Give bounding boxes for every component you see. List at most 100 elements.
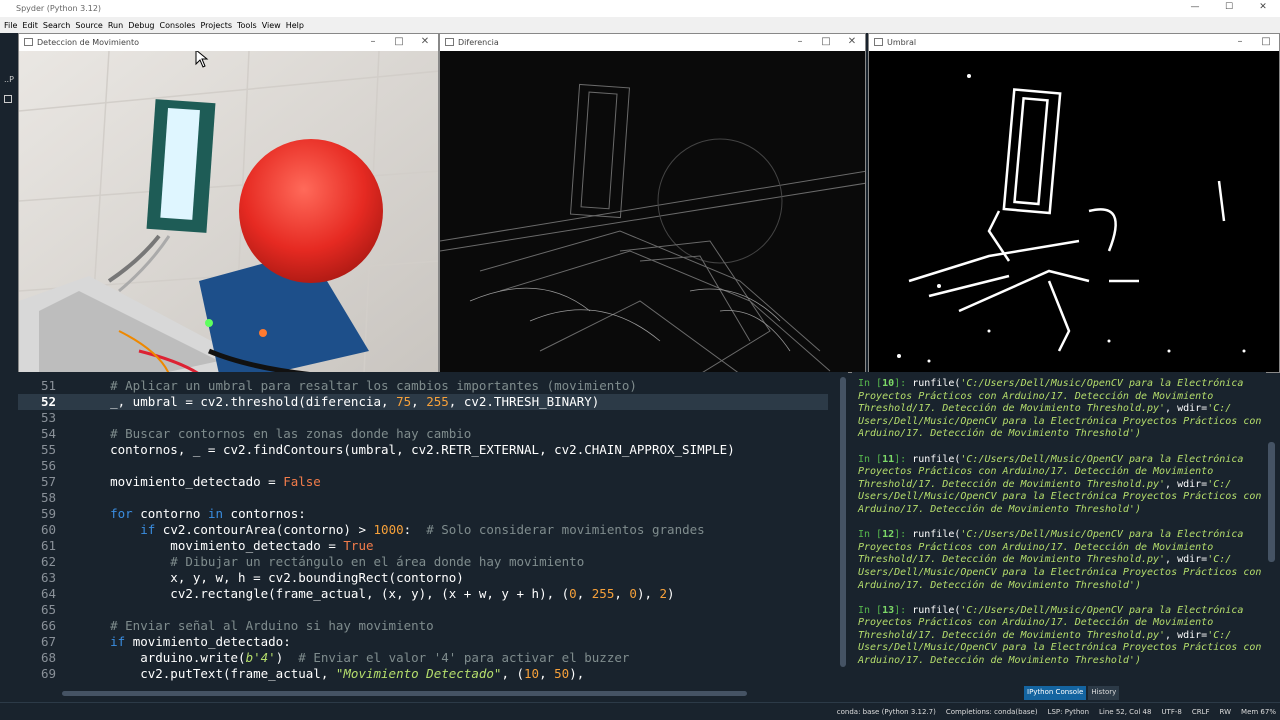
scrollbar-thumb[interactable]	[1268, 442, 1275, 562]
line-number: 52	[40, 394, 56, 409]
code-line[interactable]: 64 cv2.rectangle(frame_actual, (x, y), (…	[18, 586, 828, 602]
scrollbar-thumb[interactable]	[840, 377, 846, 667]
console-line: 'C:/Users/Dell/Music/OpenCV para la Elec…	[960, 529, 1244, 541]
menu-debug[interactable]: Debug	[128, 21, 154, 30]
console-line: Arduino/17. Detección de Movimiento Thre…	[858, 503, 1141, 515]
editor-vertical-scrollbar[interactable]	[838, 372, 848, 690]
folder-icon[interactable]	[4, 95, 12, 103]
console-entry: In [12]: runfile('C:/Users/Dell/Music/Op…	[858, 529, 1262, 591]
code-line[interactable]: 67 if movimiento_detectado:	[18, 634, 828, 650]
console-line: Threshold/17. Detección de Movimiento Th…	[858, 478, 1166, 490]
code-line[interactable]: 59 for contorno in contornos:	[18, 506, 828, 522]
line-number: 65	[40, 602, 56, 617]
console-line: Proyectos Prácticos con Arduino/17. Dete…	[858, 617, 1214, 629]
line-number: 68	[40, 650, 56, 665]
code-text: cv2.putText(frame_actual, "Movimiento De…	[80, 666, 585, 681]
window-title: Umbral	[887, 38, 917, 47]
close-icon[interactable]: ✕	[1246, 0, 1280, 17]
console-line: Arduino/17. Detección de Movimiento Thre…	[858, 655, 1141, 667]
code-line[interactable]: 51 # Aplicar un umbral para resaltar los…	[18, 378, 828, 394]
console-line: Threshold/17. Detección de Movimiento Th…	[858, 629, 1166, 641]
code-text: movimiento_detectado = True	[80, 538, 374, 553]
maximize-icon[interactable]: ☐	[1212, 0, 1246, 17]
window-app-icon	[24, 38, 33, 46]
menu-edit[interactable]: Edit	[22, 21, 38, 30]
console-line: 'C:/	[1207, 629, 1232, 641]
code-line[interactable]: 62 # Dibujar un rectángulo en el área do…	[18, 554, 828, 570]
console-line: Users/Dell/Music/OpenCV para la Electrón…	[858, 642, 1262, 654]
prompt-number: 12	[882, 529, 895, 541]
menu-help[interactable]: Help	[286, 21, 304, 30]
console-line: Proyectos Prácticos con Arduino/17. Dete…	[858, 541, 1214, 553]
camera-image	[19, 51, 438, 372]
console-line: 'C:/	[1207, 554, 1232, 566]
code-line[interactable]: 58	[18, 490, 828, 506]
close-icon[interactable]: ✕	[412, 34, 438, 49]
code-text: if cv2.contourArea(contorno) > 1000: # S…	[140, 522, 705, 537]
line-number: 63	[40, 570, 56, 585]
window-titlebar[interactable]: Diferencia – □ ✕	[440, 34, 865, 51]
maximize-icon[interactable]: □	[1253, 34, 1279, 49]
ipython-console[interactable]: In [10]: runfile('C:/Users/Dell/Music/Op…	[852, 372, 1266, 684]
minimize-icon[interactable]: –	[360, 34, 386, 49]
window-deteccion[interactable]: Deteccion de Movimiento – □ ✕	[18, 33, 439, 373]
menu-projects[interactable]: Projects	[200, 21, 232, 30]
status-lsp[interactable]: LSP: Python	[1048, 708, 1089, 716]
code-line[interactable]: 63 x, y, w, h = cv2.boundingRect(contorn…	[18, 570, 828, 586]
code-text: _, umbral = cv2.threshold(diferencia, 75…	[80, 394, 600, 409]
console-scrollbar[interactable]	[1266, 372, 1278, 684]
code-line[interactable]: 68 arduino.write(b'4') # Enviar el valor…	[18, 650, 828, 666]
window-umbral[interactable]: Umbral – □	[868, 33, 1280, 373]
line-number: 58	[40, 490, 56, 505]
window-titlebar[interactable]: Deteccion de Movimiento – □ ✕	[19, 34, 438, 51]
editor-horizontal-scrollbar[interactable]	[62, 690, 838, 698]
code-line[interactable]: 53	[18, 410, 828, 426]
menu-search[interactable]: Search	[43, 21, 70, 30]
code-line[interactable]: 66 # Enviar señal al Arduino si hay movi…	[18, 618, 828, 634]
left-panel-strip: ..P	[0, 33, 18, 373]
minimize-icon[interactable]: –	[787, 34, 813, 49]
console-line: Threshold/17. Detección de Movimiento Th…	[858, 554, 1166, 566]
maximize-icon[interactable]: □	[386, 34, 412, 49]
status-completions[interactable]: Completions: conda(base)	[946, 708, 1038, 716]
minimize-icon[interactable]: –	[1227, 34, 1253, 49]
console-entry: In [11]: runfile('C:/Users/Dell/Music/Op…	[858, 453, 1262, 515]
code-line[interactable]: 55 contornos, _ = cv2.findContours(umbra…	[18, 442, 828, 458]
code-line[interactable]: 57 movimiento_detectado = False	[18, 474, 828, 490]
tab-history[interactable]: History	[1088, 686, 1120, 700]
scrollbar-thumb[interactable]	[62, 691, 747, 696]
console-line: Threshold/17. Detección de Movimiento Th…	[858, 403, 1166, 415]
window-title: Deteccion de Movimiento	[37, 38, 140, 47]
code-line[interactable]: 54 # Buscar contornos en las zonas donde…	[18, 426, 828, 442]
close-icon[interactable]: ✕	[839, 34, 865, 49]
code-line[interactable]: 60 if cv2.contourArea(contorno) > 1000: …	[18, 522, 828, 538]
menu-file[interactable]: File	[4, 21, 17, 30]
menu-source[interactable]: Source	[75, 21, 102, 30]
code-line[interactable]: 52 _, umbral = cv2.threshold(diferencia,…	[18, 394, 828, 410]
console-entry: In [13]: runfile('C:/Users/Dell/Music/Op…	[858, 604, 1262, 667]
code-text: for contorno in contornos:	[110, 506, 306, 521]
line-number: 69	[40, 666, 56, 681]
status-eol: CRLF	[1191, 707, 1210, 716]
status-perm: RW	[1219, 707, 1232, 716]
code-line[interactable]: 56	[18, 458, 828, 474]
tab-ipython-console[interactable]: IPython Console	[1024, 686, 1087, 700]
maximize-icon[interactable]: □	[813, 34, 839, 49]
menu-tools[interactable]: Tools	[237, 21, 257, 30]
line-number: 51	[40, 378, 56, 393]
window-diferencia[interactable]: Diferencia – □ ✕	[439, 33, 866, 373]
status-env[interactable]: conda: base (Python 3.12.7)	[837, 708, 936, 716]
code-editor[interactable]: 51 # Aplicar un umbral para resaltar los…	[18, 372, 838, 690]
code-line[interactable]: 65	[18, 602, 828, 618]
status-bar: conda: base (Python 3.12.7) Completions:…	[0, 702, 1280, 720]
menu-run[interactable]: Run	[108, 21, 123, 30]
code-line[interactable]: 61 movimiento_detectado = True	[18, 538, 828, 554]
console-line: 'C:/Users/Dell/Music/OpenCV para la Elec…	[960, 604, 1244, 616]
console-line: Users/Dell/Music/OpenCV para la Electrón…	[858, 415, 1262, 427]
menu-consoles[interactable]: Consoles	[160, 21, 196, 30]
console-line: 'C:/	[1207, 403, 1232, 415]
window-titlebar[interactable]: Umbral – □	[869, 34, 1279, 51]
minimize-icon[interactable]: —	[1178, 0, 1212, 17]
menu-view[interactable]: View	[262, 21, 281, 30]
code-line[interactable]: 69 cv2.putText(frame_actual, "Movimiento…	[18, 666, 828, 682]
